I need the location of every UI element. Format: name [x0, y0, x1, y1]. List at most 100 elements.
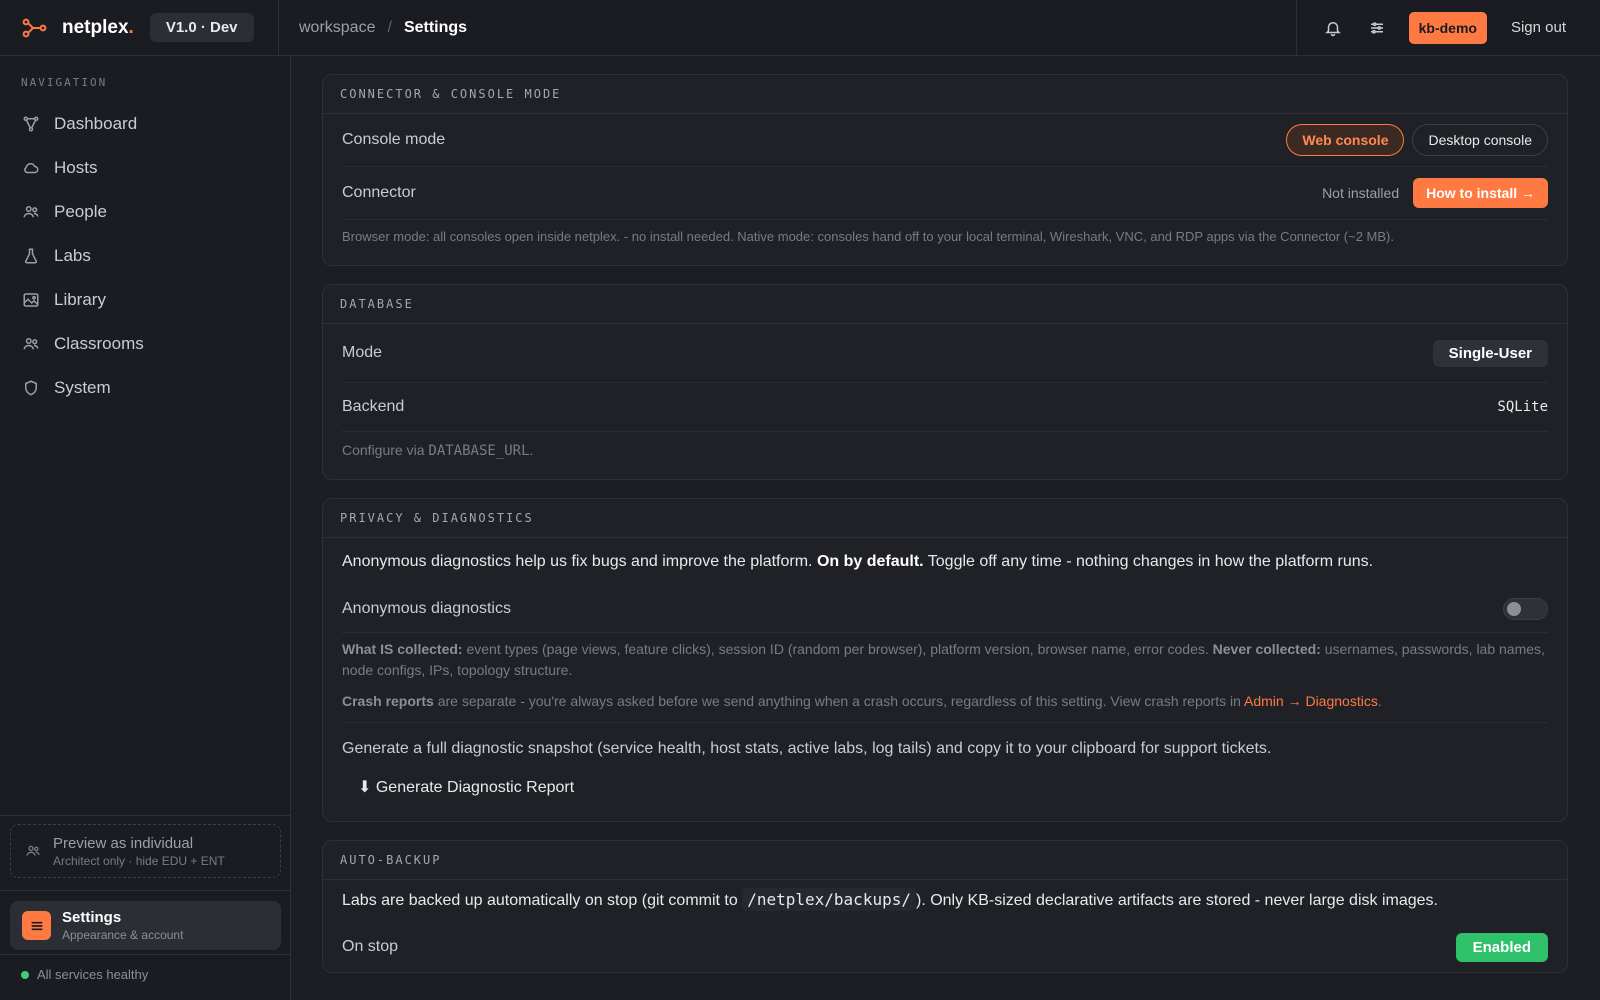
sidebar-item-people[interactable]: People: [0, 190, 290, 234]
backup-intro: Labs are backed up automatically on stop…: [342, 880, 1548, 922]
card-title: AUTO-BACKUP: [323, 841, 1567, 880]
nav-heading: NAVIGATION: [21, 76, 108, 89]
main-content: CONNECTOR & CONSOLE MODE Console mode We…: [291, 56, 1600, 1000]
db-mode-badge: Single-User: [1432, 339, 1548, 367]
crash-label: Crash reports: [342, 693, 434, 709]
sign-out-button[interactable]: Sign out: [1511, 19, 1566, 36]
crash-end: .: [1377, 693, 1382, 709]
graph-icon: [23, 116, 39, 132]
top-actions: kb-demo Sign out: [1295, 0, 1600, 56]
app-name: netplex: [62, 16, 129, 38]
sidebar-item-label: Labs: [54, 246, 91, 265]
preview-title: Preview as individual: [53, 834, 194, 852]
admin-diagnostics-link[interactable]: Admin → Diagnostics: [1244, 693, 1378, 709]
never-label: Never collected:: [1212, 641, 1321, 657]
sliders-icon: [1370, 21, 1383, 34]
connector-status: Not installed: [1322, 185, 1400, 201]
generate-diagnostic-report-button[interactable]: ⬇ Generate Diagnostic Report: [342, 761, 1548, 821]
diagnostics-toggle-row: Anonymous diagnostics: [342, 585, 1548, 633]
sidebar-item-labs[interactable]: Labs: [0, 234, 290, 278]
sidebar-item-label: Library: [54, 290, 106, 309]
collected-label: What IS collected:: [342, 641, 463, 657]
card-title: CONNECTOR & CONSOLE MODE: [323, 75, 1567, 114]
db-note-code: DATABASE_URL: [428, 443, 530, 459]
console-mode-label: Console mode: [342, 131, 446, 148]
connector-label: Connector: [342, 184, 416, 201]
privacy-diagnostics-card: PRIVACY & DIAGNOSTICS Anonymous diagnost…: [322, 498, 1568, 822]
brand[interactable]: netplex. V1.0 · Dev: [0, 0, 279, 56]
diagnostics-toggle[interactable]: [1503, 597, 1548, 620]
settings-title: Settings: [62, 909, 122, 926]
sidebar-item-label: System: [54, 378, 111, 397]
cloud-icon: [24, 162, 39, 174]
connector-console-card: CONNECTOR & CONSOLE MODE Console mode We…: [322, 74, 1568, 266]
privacy-intro-suffix: Toggle off any time - nothing changes in…: [927, 553, 1374, 570]
card-title: DATABASE: [323, 285, 1567, 324]
people-icon: [23, 206, 39, 218]
db-mode-label: Mode: [342, 344, 383, 361]
backup-intro-suffix: ). Only KB-sized declarative artifacts a…: [915, 892, 1438, 909]
connector-note: Browser mode: all consoles open inside n…: [342, 229, 1394, 244]
app-name-dot: .: [128, 16, 134, 38]
sidebar-item-hosts[interactable]: Hosts: [0, 146, 290, 190]
db-backend-value: SQLite: [1497, 399, 1548, 415]
db-note-suffix: .: [529, 442, 534, 458]
health-text: All services healthy: [37, 967, 149, 982]
card-title: PRIVACY & DIAGNOSTICS: [323, 499, 1567, 538]
collected-paragraph: What IS collected: event types (page vie…: [342, 639, 1548, 681]
desktop-console-option[interactable]: Desktop console: [1412, 124, 1548, 156]
how-to-install-button[interactable]: How to install →: [1413, 178, 1548, 208]
breadcrumb-separator: /: [387, 18, 392, 36]
privacy-details: What IS collected: event types (page vie…: [342, 633, 1548, 712]
people-icon: [23, 338, 39, 350]
netplex-logo-icon: [22, 18, 47, 37]
bell-icon: [1324, 21, 1341, 36]
auto-backup-card: AUTO-BACKUP Labs are backed up automatic…: [322, 840, 1568, 973]
database-card: DATABASE Mode Single-User Backend SQLite…: [322, 284, 1568, 480]
sidebar-item-label: Hosts: [54, 158, 98, 177]
db-mode-row: Mode Single-User: [342, 324, 1548, 383]
preferences-button[interactable]: [1355, 6, 1399, 50]
sidebar-item-label: Dashboard: [54, 114, 138, 133]
shield-icon: [25, 380, 37, 396]
service-health-status: All services healthy: [0, 954, 291, 1000]
notifications-button[interactable]: [1311, 6, 1355, 50]
toggle-knob: [1507, 601, 1521, 616]
privacy-intro: Anonymous diagnostics help us fix bugs a…: [342, 538, 1548, 585]
on-stop-label: On stop: [342, 938, 399, 955]
preview-subtitle: Architect only · hide EDU + ENT: [53, 853, 225, 868]
settings-account-card[interactable]: Settings Appearance & account: [10, 901, 281, 950]
backup-intro-prefix: Labs are backed up automatically on stop…: [342, 892, 738, 909]
snapshot-description: Generate a full diagnostic snapshot (ser…: [342, 722, 1548, 761]
version-badge[interactable]: V1.0 · Dev: [149, 13, 254, 42]
crash-text: are separate - you're always asked befor…: [437, 693, 1241, 709]
user-badge[interactable]: kb-demo: [1408, 11, 1487, 44]
sidebar-footer: Preview as individual Architect only · h…: [0, 815, 291, 1000]
console-mode-row: Console mode Web console Desktop console: [342, 114, 1548, 167]
privacy-intro-bold: On by default.: [816, 553, 924, 570]
sidebar-item-system[interactable]: System: [0, 366, 290, 410]
privacy-intro-prefix: Anonymous diagnostics help us fix bugs a…: [342, 553, 813, 570]
image-icon: [23, 293, 39, 307]
db-backend-label: Backend: [342, 398, 405, 415]
people-icon: [26, 845, 40, 856]
crash-paragraph: Crash reports are separate - you're alwa…: [342, 691, 1548, 712]
on-stop-status-badge[interactable]: Enabled: [1455, 932, 1548, 962]
breadcrumb-workspace[interactable]: workspace: [299, 19, 375, 37]
backup-path: /netplex/backups/: [742, 888, 916, 911]
collected-text: event types (page views, feature clicks)…: [466, 641, 1209, 657]
breadcrumb: workspace / Settings: [279, 19, 467, 37]
diagnostics-toggle-label: Anonymous diagnostics: [342, 599, 511, 617]
health-dot-icon: [21, 970, 29, 979]
database-note: Configure via DATABASE_URL.: [342, 432, 1548, 479]
settings-subtitle: Appearance & account: [62, 928, 184, 942]
db-note-prefix: Configure via: [342, 442, 425, 458]
sidebar-item-dashboard[interactable]: Dashboard: [0, 102, 290, 146]
sidebar-item-classrooms[interactable]: Classrooms: [0, 322, 290, 366]
db-backend-row: Backend SQLite: [342, 383, 1548, 432]
top-bar: netplex. V1.0 · Dev workspace / Settings…: [0, 0, 1600, 56]
preview-as-individual-button[interactable]: Preview as individual Architect only · h…: [10, 824, 281, 878]
web-console-option[interactable]: Web console: [1286, 124, 1405, 156]
on-stop-row: On stop Enabled: [342, 922, 1548, 972]
sidebar-item-library[interactable]: Library: [0, 278, 290, 322]
